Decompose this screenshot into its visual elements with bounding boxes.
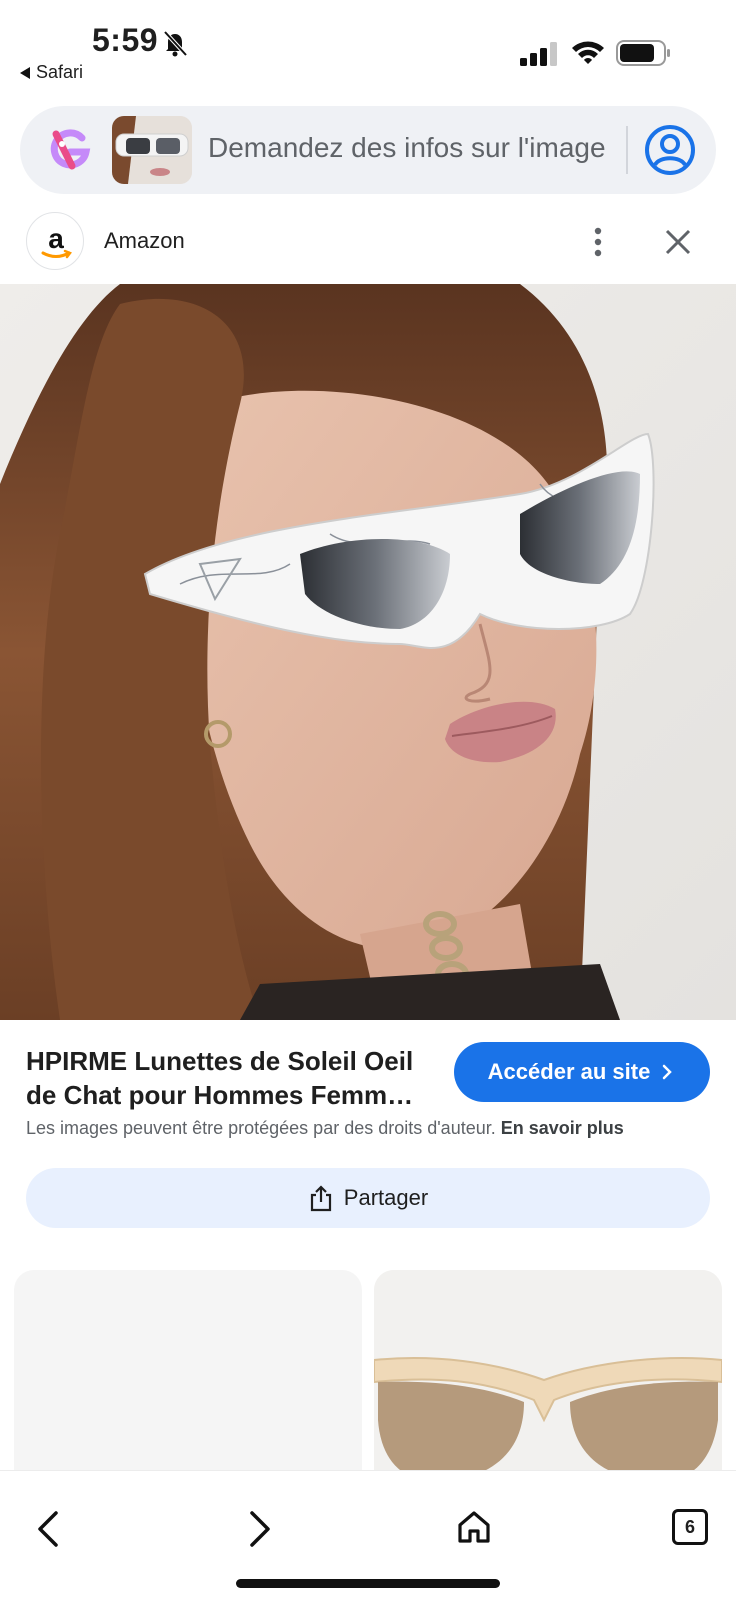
home-icon[interactable] [454, 1507, 494, 1547]
share-button[interactable]: Partager [26, 1168, 710, 1228]
lens-search-bar[interactable]: Demandez des infos sur l'image [20, 106, 716, 194]
product-image[interactable] [0, 284, 736, 1020]
forward-icon[interactable] [242, 1507, 278, 1551]
bell-off-icon [163, 30, 188, 57]
svg-text:a: a [48, 223, 64, 254]
signal-icon [520, 42, 557, 66]
back-app-label: Safari [36, 62, 84, 82]
search-divider [626, 126, 628, 174]
copyright-text: Les images peuvent être protégées par de… [26, 1118, 496, 1138]
home-indicator [236, 1579, 500, 1588]
search-placeholder[interactable]: Demandez des infos sur l'image [208, 132, 606, 164]
back-icon[interactable] [30, 1507, 66, 1551]
battery-icon [616, 40, 670, 66]
back-to-safari[interactable]: Safari [20, 62, 83, 83]
learn-more-link[interactable]: En savoir plus [501, 1118, 624, 1138]
product-title[interactable]: HPIRME Lunettes de Soleil Oeil de Chat p… [26, 1044, 436, 1112]
thumbnail-image [112, 116, 192, 184]
model-sunglasses-illustration [0, 284, 736, 1020]
back-triangle-icon [20, 66, 30, 79]
chevron-right-icon [663, 1064, 673, 1080]
share-icon [310, 1185, 331, 1212]
amazon-logo: a [26, 212, 84, 270]
status-time: 5:59 [92, 22, 159, 58]
more-vert-icon[interactable] [580, 224, 616, 260]
source-name[interactable]: Amazon [104, 228, 185, 254]
wifi-icon [572, 41, 604, 64]
source-row: a Amazon [0, 210, 736, 274]
copyright-notice: Les images peuvent être protégées par de… [26, 1118, 716, 1139]
tabs-icon[interactable]: 6 [672, 1509, 708, 1545]
account-icon[interactable] [644, 124, 696, 176]
browser-toolbar: 6 [0, 1470, 736, 1600]
visit-site-button[interactable]: Accéder au site [454, 1042, 710, 1102]
status-bar: 5:59 Safari [0, 0, 736, 96]
google-lens-icon[interactable] [42, 122, 98, 178]
search-image-thumbnail[interactable] [112, 116, 192, 184]
visit-site-label: Accéder au site [487, 1059, 651, 1084]
close-icon[interactable] [660, 224, 696, 260]
share-label: Partager [343, 1185, 429, 1210]
